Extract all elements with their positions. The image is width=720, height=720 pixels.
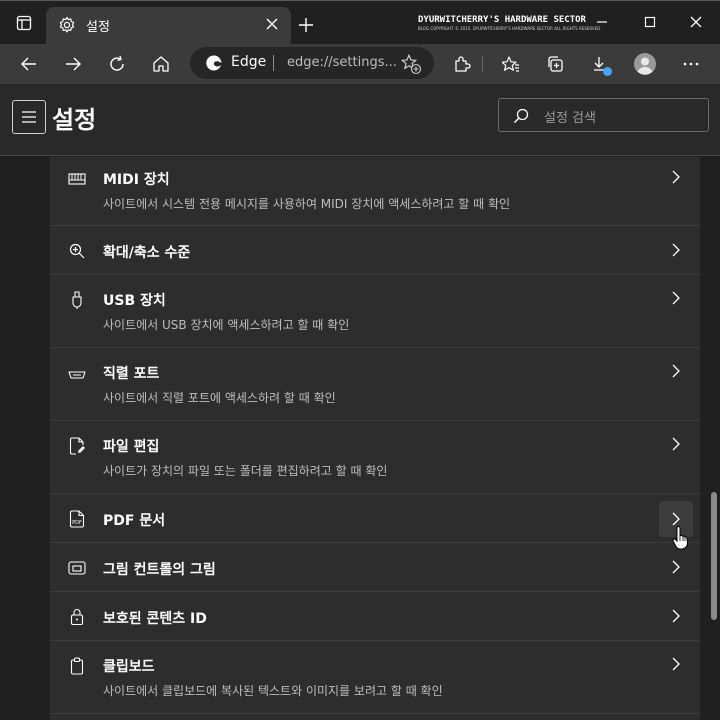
watermark: DYURWITCHERRY'S HARDWARE SECTOR BLOG COP…: [418, 15, 602, 31]
chevron-right-icon[interactable]: [661, 552, 691, 582]
row-title: 파일 편집: [103, 439, 160, 455]
chevron-right-icon[interactable]: [661, 649, 691, 679]
chevron-right-icon[interactable]: [661, 429, 691, 459]
search-icon: [513, 108, 529, 124]
row-title: USB 장치: [103, 293, 166, 309]
favorites-icon[interactable]: [497, 50, 525, 78]
row-description: 사이트에서 시스템 전용 메시지를 사용하여 MIDI 장치에 액세스하려고 할…: [103, 197, 511, 211]
list-item-zoom[interactable]: 확대/축소 수준: [50, 226, 700, 275]
gear-icon: [58, 16, 76, 34]
lock-icon: [67, 607, 87, 627]
tab-settings[interactable]: 설정: [46, 7, 291, 45]
page-title: 설정: [52, 106, 97, 134]
download-badge: [603, 67, 612, 76]
row-description: 사이트에서 직렬 포트에 액세스하려 할 때 확인: [103, 391, 336, 405]
address-bar[interactable]: Edge edge://settings...: [190, 47, 434, 79]
keyboard-icon: [67, 169, 87, 189]
list-item-picture-in-picture[interactable]: 그림 컨트롤의 그림: [50, 543, 700, 592]
list-item-clipboard[interactable]: 클립보드 사이트에서 클립보드에 복사된 텍스트와 이미지를 보려고 할 때 확…: [50, 641, 700, 714]
zoom-icon: [67, 241, 87, 261]
minimize-icon[interactable]: [590, 11, 614, 33]
maximize-icon[interactable]: [638, 11, 662, 33]
clipboard-icon: [67, 656, 87, 676]
browser-toolbar: Edge edge://settings...: [0, 44, 720, 84]
chevron-right-icon[interactable]: [661, 235, 691, 265]
search-placeholder: 설정 검색: [544, 111, 596, 126]
list-item-pdf[interactable]: PDF PDF 문서: [50, 494, 700, 543]
row-description: 사이트에서 USB 장치에 액세스하려고 할 때 확인: [103, 318, 350, 332]
tab-close-icon[interactable]: [263, 15, 281, 33]
refresh-icon[interactable]: [103, 50, 131, 78]
edge-logo-icon: [205, 54, 223, 72]
browser-label: Edge: [231, 54, 267, 70]
row-description: 사이트가 장치의 파일 또는 폴더를 편집하려고 할 때 확인: [103, 464, 388, 478]
row-title: 그림 컨트롤의 그림: [103, 562, 216, 578]
row-description: 사이트에서 클립보드에 복사된 텍스트와 이미지를 보려고 할 때 확인: [103, 684, 443, 698]
settings-card: MIDI 장치 사이트에서 시스템 전용 메시지를 사용하여 MIDI 장치에 …: [50, 157, 700, 720]
row-title: 보호된 콘텐츠 ID: [103, 611, 207, 627]
more-options-icon[interactable]: [677, 50, 705, 78]
serial-port-icon: [67, 365, 87, 385]
url-text[interactable]: edge://settings...: [287, 55, 397, 70]
back-icon[interactable]: [15, 50, 43, 78]
usb-icon: [67, 290, 87, 310]
settings-search-input[interactable]: 설정 검색: [498, 98, 709, 132]
scrollbar-thumb[interactable]: [711, 492, 717, 620]
address-divider: [273, 55, 274, 71]
chevron-right-icon[interactable]: [661, 601, 691, 631]
row-title: 확대/축소 수준: [103, 245, 191, 261]
svg-text:PDF: PDF: [72, 520, 82, 526]
tab-actions-icon[interactable]: [14, 13, 34, 33]
file-edit-icon: [67, 436, 87, 456]
settings-content: MIDI 장치 사이트에서 시스템 전용 메시지를 사용하여 MIDI 장치에 …: [0, 157, 720, 720]
new-tab-icon[interactable]: [296, 15, 316, 35]
picture-in-picture-icon: [67, 558, 87, 578]
row-title: PDF 문서: [103, 513, 166, 529]
add-favorite-icon[interactable]: [400, 53, 422, 75]
forward-icon[interactable]: [59, 50, 87, 78]
collections-icon[interactable]: [541, 50, 569, 78]
pdf-icon: PDF: [67, 509, 87, 529]
profile-avatar[interactable]: [631, 50, 659, 78]
list-item-protected-content[interactable]: 보호된 콘텐츠 ID: [50, 592, 700, 641]
home-icon[interactable]: [147, 50, 175, 78]
list-item-midi[interactable]: MIDI 장치 사이트에서 시스템 전용 메시지를 사용하여 MIDI 장치에 …: [50, 157, 700, 226]
scrollbar[interactable]: [706, 157, 720, 720]
row-title: 직렬 포트: [103, 366, 160, 382]
list-item-usb[interactable]: USB 장치 사이트에서 USB 장치에 액세스하려고 할 때 확인: [50, 275, 700, 348]
title-bar: 설정 DYURWITCHERRY'S HARDWARE SECTOR BLOG …: [0, 0, 720, 45]
watermark-title: DYURWITCHERRY'S HARDWARE SECTOR: [418, 15, 586, 25]
extensions-icon[interactable]: [448, 50, 476, 78]
hand-cursor-icon: [672, 526, 690, 550]
settings-header: 설정 설정 검색: [0, 84, 720, 156]
list-item-serial-port[interactable]: 직렬 포트 사이트에서 직렬 포트에 액세스하려 할 때 확인: [50, 348, 700, 421]
toolbar-divider: [482, 56, 483, 72]
list-item-file-edit[interactable]: 파일 편집 사이트가 장치의 파일 또는 폴더를 편집하려고 할 때 확인: [50, 421, 700, 494]
chevron-right-icon[interactable]: [661, 162, 691, 192]
tab-title: 설정: [86, 20, 110, 35]
menu-icon[interactable]: [12, 100, 46, 134]
chevron-right-icon[interactable]: [661, 356, 691, 386]
downloads-icon[interactable]: [586, 50, 614, 78]
chevron-right-icon[interactable]: [661, 283, 691, 313]
watermark-copyright: BLOG COPYRIGHT © 2015. DYURWITCHERRY'S H…: [418, 26, 602, 31]
close-window-icon[interactable]: [684, 11, 708, 33]
row-title: 클립보드: [103, 659, 155, 675]
row-title: MIDI 장치: [103, 172, 170, 188]
